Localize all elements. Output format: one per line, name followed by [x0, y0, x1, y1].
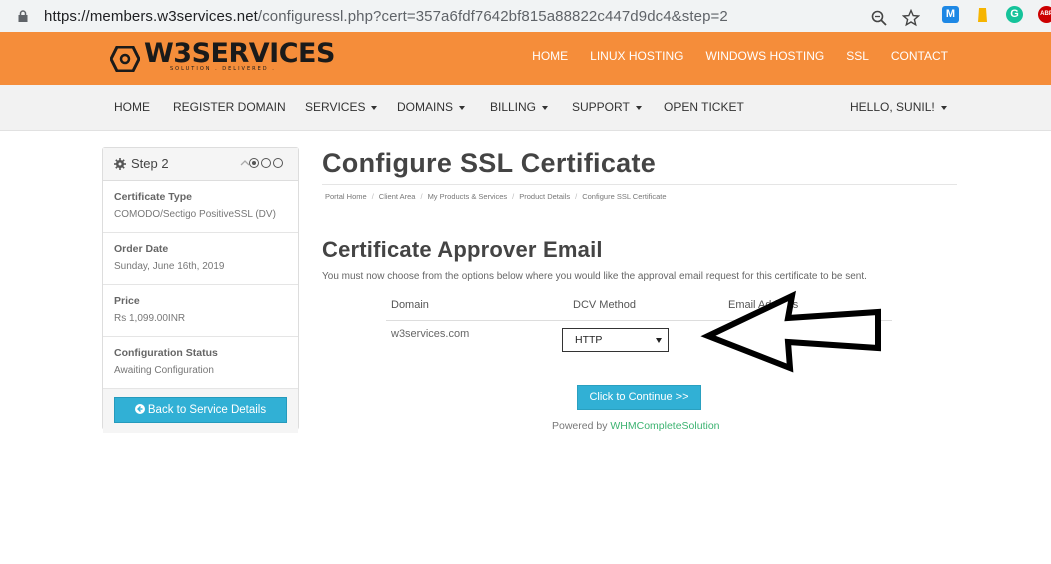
powered-by: Powered by WHMCompleteSolution: [552, 420, 720, 432]
dcv-method-value: HTTP: [575, 334, 603, 346]
extension-grammarly-icon[interactable]: G: [1006, 6, 1023, 23]
sidebar-step-title: Step 2: [131, 156, 169, 171]
page-title: Configure SSL Certificate: [322, 148, 657, 178]
nav-support-label: SUPPORT: [572, 100, 630, 114]
breadcrumb-client-area[interactable]: Client Area: [379, 192, 416, 201]
extension-m-icon[interactable]: M: [942, 6, 959, 23]
nav-open-ticket[interactable]: OPEN TICKET: [664, 100, 744, 114]
powered-by-prefix: Powered by: [552, 420, 608, 432]
back-to-service-details-button[interactable]: Back to Service Details: [114, 397, 287, 423]
nav-services[interactable]: SERVICES: [305, 100, 378, 114]
column-header-dcv-method: DCV Method: [573, 299, 636, 311]
title-divider: [322, 184, 957, 185]
sidebar-footer: Back to Service Details: [103, 389, 298, 433]
client-area-nav: HOME REGISTER DOMAIN SERVICES DOMAINS BI…: [0, 85, 1051, 131]
sidebar-row-value: COMODO/Sectigo PositiveSSL (DV): [114, 209, 276, 220]
top-nav: HOME LINUX HOSTING WINDOWS HOSTING SSL C…: [532, 49, 948, 63]
breadcrumb-portal-home[interactable]: Portal Home: [325, 192, 367, 201]
sidebar-row-price: Price Rs 1,099.00INR: [103, 285, 298, 337]
browser-toolbar: https://members.w3services.net/configure…: [0, 0, 1051, 32]
nav-home[interactable]: HOME: [114, 100, 150, 114]
extension-adblock-icon[interactable]: ABP: [1038, 6, 1051, 23]
top-nav-home[interactable]: HOME: [532, 49, 568, 63]
nav-domains[interactable]: DOMAINS: [397, 100, 466, 114]
domain-cell: w3services.com: [391, 328, 470, 340]
step-dot: [273, 158, 283, 168]
continue-button[interactable]: Click to Continue >>: [577, 385, 701, 410]
breadcrumb: Portal Home / Client Area / My Products & Se…: [325, 192, 667, 201]
nav-billing-label: BILLING: [490, 100, 537, 114]
nav-home-label: HOME: [114, 100, 150, 114]
nav-register-domain-label: REGISTER DOMAIN: [173, 100, 286, 114]
nav-services-label: SERVICES: [305, 100, 366, 114]
column-header-domain: Domain: [391, 299, 429, 311]
sidebar-row-label: Configuration Status: [114, 347, 218, 359]
sidebar-row-label: Certificate Type: [114, 191, 192, 203]
sidebar-row-value: Rs 1,099.00INR: [114, 313, 186, 324]
site-header: W3SERVICES SOLUTION . DELIVERED . HOME L…: [0, 32, 1051, 85]
url-text: https://members.w3services.net/configure…: [44, 8, 728, 25]
caret-down-icon: [459, 105, 466, 110]
caret-down-icon: [635, 105, 642, 110]
lock-icon: [18, 10, 28, 22]
hexagon-logo-icon: [110, 46, 140, 72]
back-button-label: Back to Service Details: [147, 404, 267, 416]
sidebar-row-value: Sunday, June 16th, 2019: [114, 261, 225, 272]
sidebar-header: Step 2: [103, 148, 298, 181]
nav-support[interactable]: SUPPORT: [572, 100, 642, 114]
breadcrumb-current: Configure SSL Certificate: [582, 192, 667, 201]
breadcrumb-my-products[interactable]: My Products & Services: [428, 192, 508, 201]
sidebar-row-certificate-type: Certificate Type COMODO/Sectigo Positive…: [103, 181, 298, 233]
sidebar-row-order-date: Order Date Sunday, June 16th, 2019: [103, 233, 298, 285]
section-title: Certificate Approver Email: [322, 237, 603, 262]
nav-register-domain[interactable]: REGISTER DOMAIN: [173, 100, 286, 114]
powered-by-link[interactable]: WHMCompleteSolution: [610, 420, 719, 432]
extension-keep-icon[interactable]: [974, 6, 991, 23]
gear-icon: [114, 158, 126, 170]
order-sidebar: Step 2 Certificate Type COMODO/Sectigo P…: [102, 147, 299, 433]
nav-billing[interactable]: BILLING: [490, 100, 549, 114]
logo-tagline: SOLUTION . DELIVERED .: [170, 66, 276, 72]
breadcrumb-product-details[interactable]: Product Details: [519, 192, 570, 201]
top-nav-linux-hosting[interactable]: LINUX HOSTING: [590, 49, 683, 63]
step-indicator: [249, 158, 283, 168]
sidebar-row-configuration-status: Configuration Status Awaiting Configurat…: [103, 337, 298, 389]
address-bar[interactable]: https://members.w3services.net/configure…: [4, 3, 930, 29]
annotation-arrow-icon: [700, 290, 881, 373]
url-host: https://members.w3services.net: [44, 8, 258, 25]
step-dot-active: [249, 158, 259, 168]
intro-text: You must now choose from the options bel…: [322, 271, 867, 282]
caret-down-icon: [371, 105, 378, 110]
dropdown-arrow-icon: [656, 338, 662, 343]
bookmark-star-icon[interactable]: [902, 9, 920, 27]
sidebar-row-value: Awaiting Configuration: [114, 365, 214, 376]
caret-down-icon: [542, 105, 549, 110]
caret-down-icon: [940, 105, 947, 110]
sidebar-row-label: Order Date: [114, 243, 169, 255]
nav-user-menu[interactable]: HELLO, SUNIL!: [850, 100, 947, 114]
logo-text: W3SERVICES: [144, 38, 335, 69]
nav-domains-label: DOMAINS: [397, 100, 454, 114]
top-nav-windows-hosting[interactable]: WINDOWS HOSTING: [706, 49, 825, 63]
dcv-method-select[interactable]: HTTP: [562, 328, 669, 352]
arrow-left-circle-icon: [134, 404, 145, 414]
sidebar-row-label: Price: [114, 295, 140, 307]
nav-user-label: HELLO, SUNIL!: [850, 100, 935, 114]
step-dot: [261, 158, 271, 168]
top-nav-ssl[interactable]: SSL: [846, 49, 869, 63]
top-nav-contact[interactable]: CONTACT: [891, 49, 948, 63]
zoom-icon[interactable]: [870, 9, 888, 27]
nav-open-ticket-label: OPEN TICKET: [664, 100, 744, 114]
url-path: /configuressl.php?cert=357a6fdf7642bf815…: [257, 8, 728, 25]
